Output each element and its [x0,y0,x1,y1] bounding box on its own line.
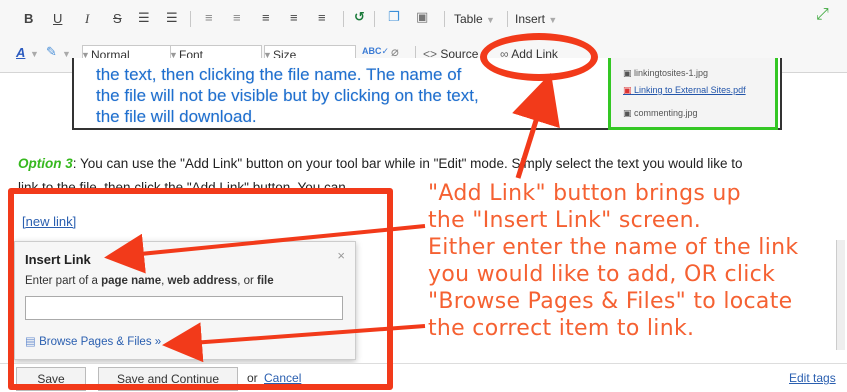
annotation-line: you would like to add, OR click [428,262,776,287]
arrow-to-insert-link [104,224,426,274]
arrow-to-add-link [512,72,560,179]
annotation-line: "Add Link" button brings up [428,181,741,206]
annotation-line: the "Insert Link" screen. [428,208,702,233]
annotation-text: "Add Link" button brings up the "Insert … [428,180,847,342]
annotation-line: "Browse Pages & Files" to locate [428,289,793,314]
arrow-to-browse [162,322,426,363]
annotation-line: Either enter the name of the link [428,235,799,260]
annotation-line: the correct item to link. [428,316,695,341]
